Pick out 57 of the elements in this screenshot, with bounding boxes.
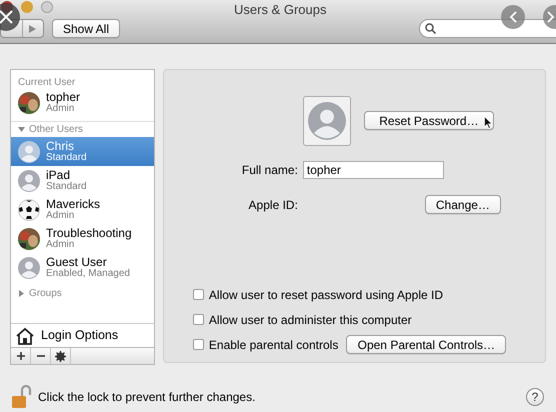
user-list-item[interactable]: topher Admin bbox=[11, 88, 154, 117]
user-role: Admin bbox=[46, 102, 74, 114]
chevron-right-icon bbox=[547, 11, 555, 23]
help-button[interactable]: ? bbox=[526, 388, 544, 406]
user-silhouette-icon bbox=[18, 170, 40, 192]
user-list-item[interactable]: Troubleshooting Admin bbox=[11, 224, 154, 253]
reset-password-button[interactable]: Reset Password… bbox=[364, 111, 494, 130]
user-role: Enabled, Managed bbox=[46, 268, 130, 280]
user-silhouette-icon bbox=[308, 102, 346, 140]
settings-icon[interactable] bbox=[55, 350, 66, 362]
user-name: topher bbox=[46, 90, 80, 102]
change-button[interactable]: Change… bbox=[424, 195, 501, 214]
full-name-field[interactable]: topher bbox=[302, 161, 444, 179]
close-icon bbox=[0, 10, 13, 24]
user-name: iPad bbox=[46, 168, 72, 180]
checkbox-label: Enable parental controls bbox=[208, 336, 338, 354]
user-list-item[interactable]: iPad Standard bbox=[11, 166, 154, 195]
user-role: Admin bbox=[46, 238, 74, 250]
minimize-window-icon[interactable] bbox=[21, 1, 33, 13]
zoom-window-icon[interactable] bbox=[41, 1, 53, 13]
add-icon[interactable] bbox=[16, 352, 24, 360]
checkbox-label: Allow user to administer this computer bbox=[208, 312, 412, 328]
search-field[interactable] bbox=[419, 19, 556, 38]
chevron-left-icon bbox=[509, 11, 517, 23]
user-role: Standard bbox=[46, 152, 87, 164]
checkbox[interactable] bbox=[192, 289, 204, 300]
user-list-item[interactable]: Guest User Enabled, Managed bbox=[11, 253, 154, 282]
user-picture-well[interactable] bbox=[302, 96, 351, 146]
show-all-button[interactable]: Show All bbox=[52, 19, 120, 38]
open-parental-controls-button[interactable]: Open Parental Controls… bbox=[346, 335, 506, 354]
user-name: Chris bbox=[46, 140, 76, 152]
user-list-item[interactable]: Mavericks Admin bbox=[11, 195, 154, 224]
user-role: Standard bbox=[46, 180, 87, 192]
window-title: Users & Groups bbox=[234, 1, 326, 19]
house-icon bbox=[15, 326, 35, 344]
collapsed-triangle-icon[interactable] bbox=[18, 290, 25, 296]
field-label: Full name: bbox=[240, 162, 298, 179]
user-silhouette-icon bbox=[18, 256, 40, 278]
field-label: Apple ID: bbox=[248, 196, 298, 214]
login-options-item[interactable]: Login Options bbox=[41, 326, 118, 345]
user-list-item[interactable]: Chris Standard bbox=[11, 137, 154, 166]
mouse-pointer-icon bbox=[484, 116, 493, 129]
checkbox[interactable] bbox=[192, 314, 204, 325]
checkbox-label: Allow user to reset password using Apple ID bbox=[208, 286, 444, 304]
checkbox[interactable] bbox=[192, 339, 204, 350]
user-name: Guest User bbox=[46, 256, 108, 268]
soccer-ball-icon bbox=[18, 198, 40, 220]
search-icon bbox=[425, 23, 436, 34]
user-role: Admin bbox=[46, 210, 76, 222]
user-name: Troubleshooting bbox=[46, 226, 132, 238]
user-silhouette-icon bbox=[18, 140, 40, 162]
section-header: Current User bbox=[17, 76, 76, 88]
user-name: Mavericks bbox=[46, 198, 100, 210]
lock-hint-text: Click the lock to prevent further changes. bbox=[38, 389, 256, 406]
expanded-triangle-icon[interactable] bbox=[18, 126, 25, 133]
forward-arrow-icon[interactable] bbox=[29, 24, 36, 32]
unlocked-padlock-icon[interactable] bbox=[12, 385, 32, 409]
